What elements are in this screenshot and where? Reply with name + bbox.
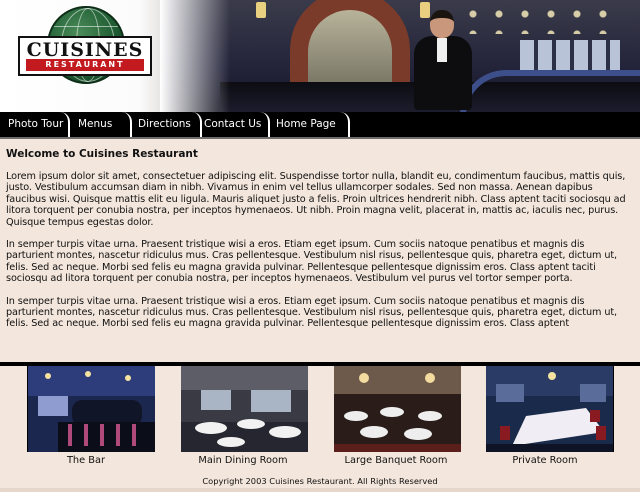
logo-subtitle: RESTAURANT (26, 59, 144, 71)
main-dining-room-photo[interactable] (181, 366, 308, 452)
bar-photo[interactable] (28, 366, 155, 452)
nav-menus[interactable]: Menus (70, 112, 132, 137)
nav-contact-us[interactable]: Contact Us (196, 112, 270, 137)
logo[interactable]: CUISINES RESTAURANT (18, 36, 152, 76)
nav-label: Menus (78, 118, 113, 130)
footer-rule (0, 488, 640, 492)
nav-home-page[interactable]: Home Page (268, 112, 350, 137)
footer-copyright: Copyright 2003 Cuisines Restaurant. All … (202, 476, 438, 486)
photo-gallery (0, 366, 640, 452)
private-room-photo[interactable] (486, 366, 613, 452)
nav-label: Contact Us (204, 118, 262, 130)
logo-area: CUISINES RESTAURANT (0, 0, 175, 112)
nav-label: Directions (138, 118, 191, 130)
caption-main-dining-room: Main Dining Room (198, 455, 288, 466)
logo-title: CUISINES (26, 39, 144, 61)
caption-large-banquet-room: Large Banquet Room (344, 455, 448, 466)
paragraph: In semper turpis vitae urna. Praesent tr… (6, 239, 618, 285)
paragraph: Lorem ipsum dolor sit amet, consectetuer… (6, 171, 626, 228)
nav-label: Home Page (276, 118, 336, 130)
nav-directions[interactable]: Directions (130, 112, 202, 137)
page-title: Welcome to Cuisines Restaurant (6, 148, 198, 160)
header-photo (160, 0, 640, 112)
host-figure (410, 10, 474, 110)
paragraph: In semper turpis vitae urna. Praesent tr… (6, 295, 618, 330)
nav-photo-tour[interactable]: Photo Tour (0, 112, 70, 137)
large-banquet-room-photo[interactable] (334, 366, 461, 452)
main-content: Welcome to Cuisines Restaurant Lorem ips… (0, 139, 640, 362)
caption-private-room: Private Room (512, 455, 578, 466)
main-nav: Photo Tour Menus Directions Contact Us H… (0, 112, 640, 137)
caption-the-bar: The Bar (66, 455, 106, 466)
header-banner: CUISINES RESTAURANT (0, 0, 640, 112)
nav-label: Photo Tour (8, 118, 64, 130)
